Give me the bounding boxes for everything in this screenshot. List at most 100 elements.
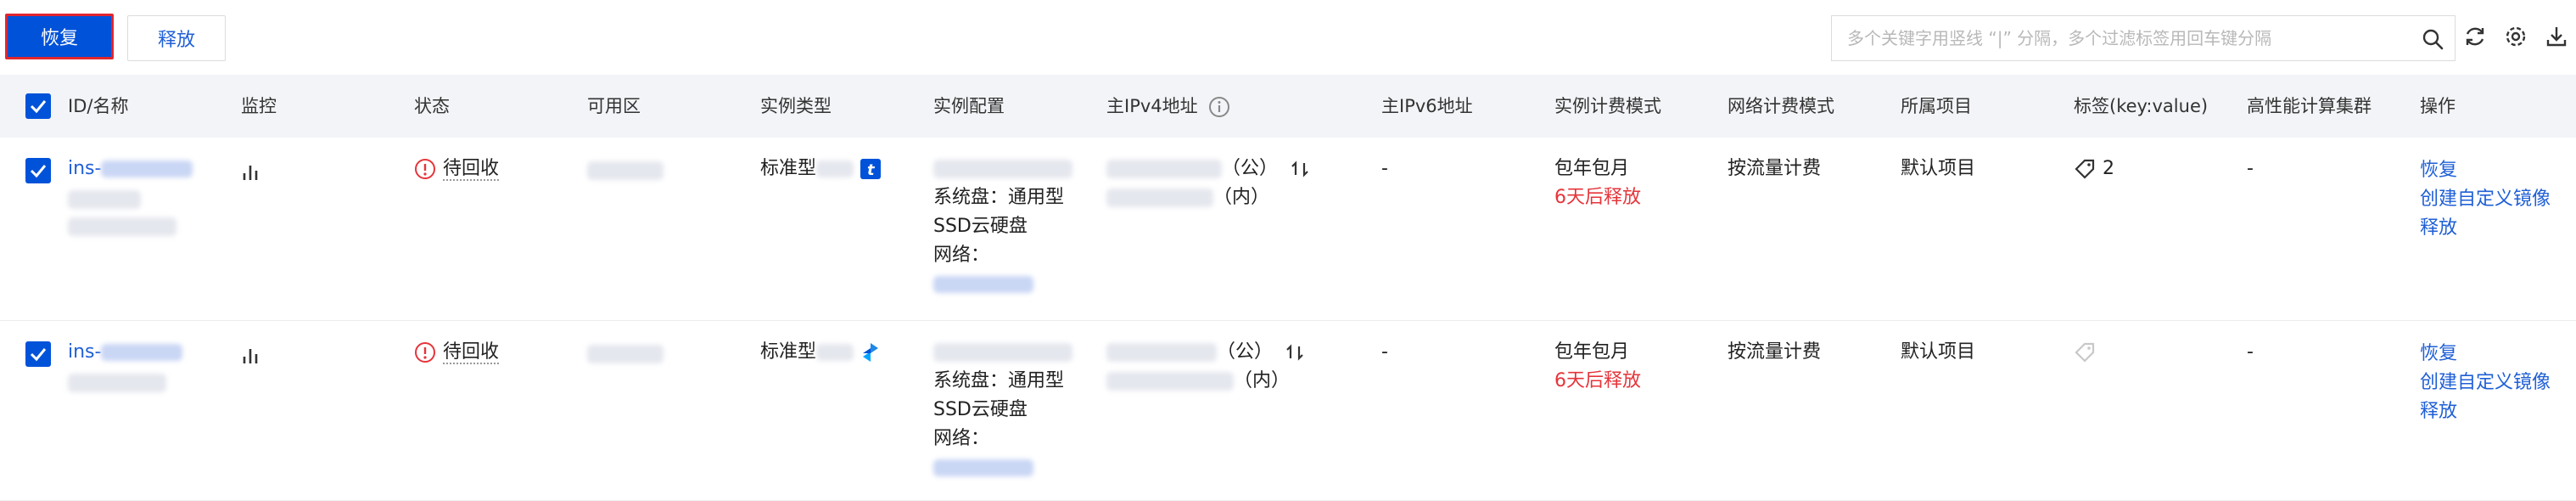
checkmark-icon bbox=[30, 100, 47, 114]
swap-ip-icon[interactable] bbox=[1289, 158, 1311, 180]
network-billing-cell: 按流量计费 bbox=[1728, 158, 1822, 179]
ip-private-label: （内） bbox=[1234, 370, 1291, 391]
create-image-link[interactable]: 创建自定义镜像 bbox=[2420, 185, 2551, 214]
row-checkbox[interactable] bbox=[25, 158, 51, 183]
checkmark-icon bbox=[30, 165, 47, 178]
project-cell: 默认项目 bbox=[1901, 341, 1976, 363]
redacted-ip bbox=[1106, 343, 1217, 362]
instance-id-link[interactable]: ins- bbox=[68, 341, 101, 363]
download-icon[interactable] bbox=[2544, 24, 2569, 49]
ip-private-label: （内） bbox=[1213, 187, 1270, 208]
search-input[interactable]: 多个关键字用竖线 “|” 分隔，多个过滤标签用回车键分隔 bbox=[1831, 15, 2456, 61]
release-button[interactable]: 释放 bbox=[127, 15, 226, 61]
header-ipv4: 主IPv4地址 bbox=[1106, 96, 1198, 116]
status-cell: 待回收 bbox=[414, 155, 500, 183]
monitor-chart-icon[interactable] bbox=[241, 163, 263, 182]
header-actions: 操作 bbox=[2420, 96, 2456, 116]
toolbar: 恢复 释放 多个关键字用竖线 “|” 分隔，多个过滤标签用回车键分隔 bbox=[0, 0, 2576, 75]
tag-icon[interactable] bbox=[2074, 341, 2096, 363]
settings-gear-icon[interactable] bbox=[2503, 24, 2528, 49]
table-row: ins- 待回收 标准型 系统盘：通用型 SSD云硬盘 网络： （公） （内） … bbox=[0, 321, 2576, 501]
status-text: 待回收 bbox=[443, 158, 500, 181]
instance-config-cell: 系统盘：通用型 SSD云硬盘 网络： bbox=[933, 155, 1072, 299]
search-icon[interactable] bbox=[2421, 27, 2444, 51]
project-cell: 默认项目 bbox=[1901, 158, 1976, 179]
tag-icon[interactable] bbox=[2074, 158, 2096, 180]
redacted-network-link[interactable] bbox=[933, 276, 1033, 293]
header-monitor: 监控 bbox=[241, 96, 277, 116]
redacted-id bbox=[101, 344, 183, 361]
instance-type-text: 标准型 bbox=[760, 158, 817, 179]
ip-public-label: （公） bbox=[1217, 341, 1274, 363]
select-all-checkbox[interactable] bbox=[25, 93, 51, 119]
row-restore-link[interactable]: 恢复 bbox=[2420, 156, 2551, 185]
monitor-chart-icon[interactable] bbox=[241, 346, 263, 365]
checkmark-icon bbox=[30, 348, 47, 362]
redacted-ip bbox=[1106, 160, 1222, 178]
release-countdown: 6天后释放 bbox=[1554, 370, 1641, 391]
instance-type-cell: 标准型 t bbox=[760, 155, 882, 183]
ipv6-cell: - bbox=[1381, 341, 1388, 363]
instance-type-cell: 标准型 bbox=[760, 338, 882, 367]
ip-public-label: （公） bbox=[1222, 158, 1279, 179]
release-countdown: 6天后释放 bbox=[1554, 187, 1641, 208]
header-billing-mode: 实例计费模式 bbox=[1554, 96, 1661, 116]
redacted-id bbox=[101, 160, 193, 177]
tag-count: 2 bbox=[2103, 158, 2114, 179]
header-status: 状态 bbox=[414, 96, 450, 116]
redacted-type bbox=[816, 344, 854, 361]
ipv4-cell: （公） （内） bbox=[1106, 155, 1311, 212]
redacted-name bbox=[68, 374, 166, 392]
header-instance-type: 实例类型 bbox=[760, 96, 832, 116]
instance-id-link[interactable]: ins- bbox=[68, 158, 101, 179]
actions-cell: 恢复 创建自定义镜像 释放 bbox=[2420, 156, 2551, 243]
tags-cell[interactable] bbox=[2074, 338, 2096, 367]
instance-config-cell: 系统盘：通用型 SSD云硬盘 网络： bbox=[933, 338, 1072, 482]
row-release-link[interactable]: 释放 bbox=[2420, 397, 2551, 426]
system-disk-text: 系统盘：通用型 bbox=[933, 187, 1065, 208]
redacted-network-link[interactable] bbox=[933, 459, 1033, 476]
warning-circle-icon bbox=[415, 342, 435, 363]
swap-ip-icon[interactable] bbox=[1284, 341, 1306, 363]
instance-id-cell[interactable]: ins- bbox=[68, 338, 183, 367]
row-checkbox[interactable] bbox=[25, 341, 51, 367]
create-image-link[interactable]: 创建自定义镜像 bbox=[2420, 369, 2551, 397]
svg-text:t: t bbox=[867, 161, 876, 179]
hpc-cluster-cell: - bbox=[2247, 341, 2254, 363]
redacted-config bbox=[933, 160, 1072, 178]
redacted-zone bbox=[587, 345, 664, 363]
redacted-type bbox=[816, 160, 854, 177]
redacted-ip bbox=[1106, 189, 1213, 207]
header-network-billing: 网络计费模式 bbox=[1728, 96, 1834, 116]
instance-type-text: 标准型 bbox=[760, 341, 817, 363]
tags-cell[interactable]: 2 bbox=[2074, 155, 2114, 183]
table-header: ID/名称 监控 状态 可用区 实例类型 实例配置 主IPv4地址 主IPv6地… bbox=[0, 75, 2576, 138]
warning-circle-icon bbox=[415, 159, 435, 179]
hpc-cluster-cell: - bbox=[2247, 158, 2254, 179]
system-disk-text: 系统盘：通用型 bbox=[933, 370, 1065, 391]
status-cell: 待回收 bbox=[414, 338, 500, 367]
billing-mode-cell: 包年包月 6天后释放 bbox=[1554, 155, 1641, 212]
status-text: 待回收 bbox=[443, 341, 500, 364]
header-project: 所属项目 bbox=[1901, 96, 1972, 116]
search-placeholder: 多个关键字用竖线 “|” 分隔，多个过滤标签用回车键分隔 bbox=[1847, 28, 2272, 48]
row-restore-link[interactable]: 恢复 bbox=[2420, 340, 2551, 369]
network-label: 网络： bbox=[933, 428, 990, 449]
lightning-badge-icon bbox=[863, 343, 879, 362]
header-ipv6: 主IPv6地址 bbox=[1381, 96, 1473, 116]
header-zone: 可用区 bbox=[587, 96, 641, 116]
disk-type-text: SSD云硬盘 bbox=[933, 216, 1028, 237]
row-release-link[interactable]: 释放 bbox=[2420, 214, 2551, 243]
network-label: 网络： bbox=[933, 245, 990, 266]
info-icon[interactable] bbox=[1208, 96, 1230, 118]
disk-type-text: SSD云硬盘 bbox=[933, 399, 1028, 420]
actions-cell: 恢复 创建自定义镜像 释放 bbox=[2420, 340, 2551, 426]
header-tags: 标签(key:value) bbox=[2074, 96, 2209, 116]
network-billing-cell: 按流量计费 bbox=[1728, 341, 1822, 363]
redacted-name bbox=[68, 190, 141, 209]
ipv4-cell: （公） （内） bbox=[1106, 338, 1306, 396]
refresh-icon[interactable] bbox=[2462, 24, 2488, 49]
instance-id-cell[interactable]: ins- bbox=[68, 155, 193, 183]
header-hpc-cluster: 高性能计算集群 bbox=[2247, 96, 2372, 116]
restore-button[interactable]: 恢复 bbox=[5, 14, 114, 59]
